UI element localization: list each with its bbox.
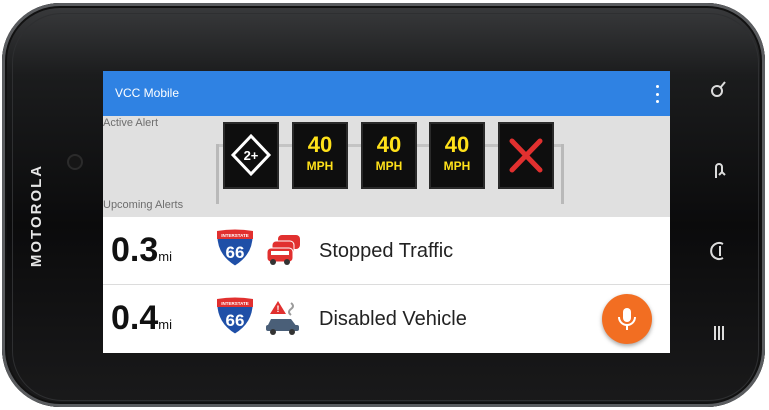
speed-value: 40 (444, 132, 470, 157)
hov-sign: 2+ (223, 122, 279, 189)
speed-value: 40 (307, 132, 333, 157)
svg-text:66: 66 (226, 311, 245, 330)
speed-value: 40 (376, 132, 402, 157)
front-camera (67, 154, 83, 170)
distance-unit: mi (158, 249, 172, 264)
disabled-vehicle-icon: ! (266, 301, 299, 335)
alert-label: Stopped Traffic (319, 240, 454, 262)
home-key-icon[interactable] (708, 240, 730, 262)
brand-logo: MOTOROLA (28, 163, 46, 267)
svg-text:INTERSTATE: INTERSTATE (221, 301, 249, 306)
speed-unit: MPH (306, 159, 334, 173)
alert-label: Disabled Vehicle (319, 308, 467, 330)
speed-unit: MPH (375, 159, 403, 173)
alert-distance: 0.3mi (111, 231, 172, 269)
interstate-shield-icon: INTERSTATE 66 (216, 297, 254, 335)
menu-key-icon[interactable] (708, 322, 730, 344)
back-key-icon[interactable] (708, 160, 730, 182)
traffic-jam-icon (266, 235, 300, 265)
upcoming-alerts-label: Upcoming Alerts (103, 199, 184, 211)
svg-text:!: ! (277, 304, 280, 314)
speed-sign-1: 40 MPH (292, 122, 348, 189)
svg-text:66: 66 (226, 243, 245, 262)
hov-diamond-icon: 2+ (230, 133, 272, 177)
list-item[interactable]: 0.3mi INTERSTATE 66 Stopped Traffic (103, 217, 670, 282)
hov-sign-text: 2+ (244, 148, 259, 163)
alert-distance: 0.4mi (111, 299, 172, 337)
list-item[interactable]: 0.4mi INTERSTATE 66 ! Disabled Vehicle (103, 285, 670, 350)
upcoming-alerts-list: 0.3mi INTERSTATE 66 Stopped Traffic 0.4m… (103, 217, 670, 353)
lane-closed-sign (498, 122, 554, 189)
app-screen: VCC Mobile Active Alert 2+ 40 MPH 40 MPH… (103, 71, 670, 353)
more-vert-icon[interactable] (654, 85, 660, 103)
svg-text:INTERSTATE: INTERSTATE (221, 233, 249, 238)
voice-button[interactable] (602, 294, 652, 344)
distance-unit: mi (158, 317, 172, 332)
red-x-icon (509, 138, 543, 173)
microphone-icon (618, 308, 636, 330)
app-bar: VCC Mobile (103, 71, 670, 116)
speed-unit: MPH (443, 159, 471, 173)
speed-sign-3: 40 MPH (429, 122, 485, 189)
interstate-shield-icon: INTERSTATE 66 (216, 229, 254, 267)
speed-sign-2: 40 MPH (361, 122, 417, 189)
search-key-icon[interactable] (708, 78, 730, 100)
active-alert-label: Active Alert (103, 117, 159, 129)
app-title: VCC Mobile (115, 86, 180, 100)
